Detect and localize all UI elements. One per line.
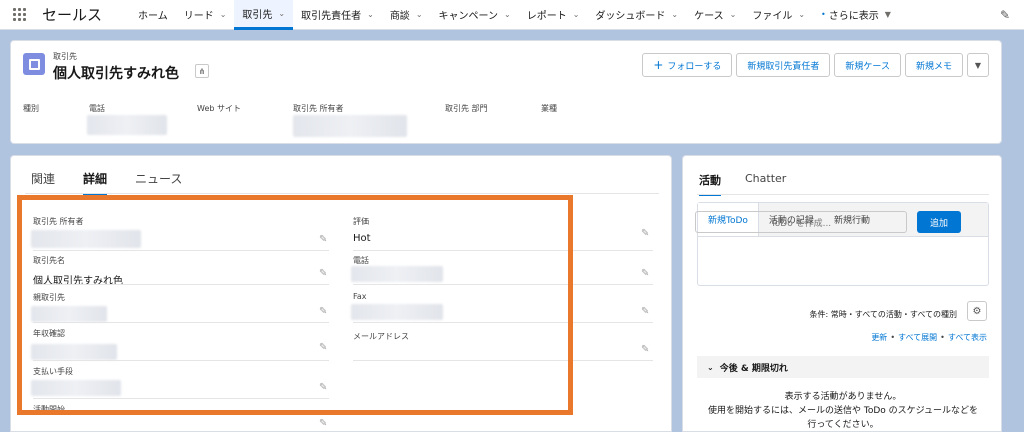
nav-item-opportunities[interactable]: 商談 ⌄ [382, 0, 431, 30]
nav-more-button[interactable]: • さらに表示 ▼ [813, 0, 899, 30]
new-note-button[interactable]: 新規メモ [904, 53, 963, 77]
expand-all-link[interactable]: すべて展開 [898, 333, 937, 342]
chevron-down-icon[interactable]: ⌄ [671, 10, 678, 19]
activity-card: 活動 Chatter 新規ToDo 活動の記録 新規行動 ToDo を作成...… [682, 155, 1002, 432]
pencil-icon[interactable]: ✎ [641, 306, 649, 317]
highlight-industry-label: 業種 [541, 104, 557, 113]
tab-related[interactable]: 関連 [31, 170, 55, 195]
nav-item-dashboards[interactable]: ダッシュボード ⌄ [587, 0, 686, 30]
more-actions-icon[interactable]: ▼ [967, 53, 989, 77]
highlight-website-label: Web サイト [197, 104, 241, 113]
app-name: セールス [42, 6, 103, 24]
tabs-divider [25, 193, 659, 194]
hierarchy-icon[interactable]: ⋔ [195, 64, 209, 78]
nav-item-campaigns[interactable]: キャンペーン ⌄ [431, 0, 519, 30]
nav-item-cases[interactable]: ケース ⌄ [686, 0, 744, 30]
new-case-label: 新規ケース [845, 61, 890, 72]
new-contact-button[interactable]: 新規取引先責任者 [736, 53, 831, 77]
chevron-down-icon: ⌄ [707, 362, 714, 372]
record-highlights-panel: 取引先 個人取引先すみれ色 ⋔ + フォローする 新規取引先責任者 新規ケース 新… [10, 40, 1002, 144]
nav-item-label: 取引先責任者 [301, 11, 362, 22]
top-navigation: セールス ホーム リード ⌄ 取引先 ⌄ 取引先責任者 ⌄ 商談 ⌄ キャンペーン ⌄ レ… [0, 0, 1024, 30]
chevron-down-icon[interactable]: ⌄ [416, 10, 423, 19]
object-label: 取引先 [53, 52, 77, 61]
chevron-down-icon[interactable]: ⌄ [504, 10, 511, 19]
plus-icon: + [653, 58, 664, 72]
show-all-link[interactable]: すべて表示 [948, 333, 987, 342]
activity-links: 更新 • すべて展開 • すべて表示 [871, 333, 987, 342]
record-title: 個人取引先すみれ色 [53, 66, 179, 82]
highlight-annotation-box [17, 195, 573, 415]
new-note-label: 新規メモ [915, 61, 952, 72]
nav-item-label: ダッシュボード [595, 11, 666, 22]
nav-item-accounts[interactable]: 取引先 ⌄ [234, 0, 294, 30]
app-launcher-icon[interactable] [0, 0, 38, 30]
tab-news[interactable]: ニュース [135, 170, 182, 195]
highlight-phone-label: 電話 [89, 104, 105, 113]
detail-tabs: 関連 詳細 ニュース [31, 170, 210, 195]
nav-item-label: 商談 [389, 11, 410, 22]
refresh-link[interactable]: 更新 [871, 333, 887, 342]
new-case-button[interactable]: 新規ケース [834, 53, 901, 77]
add-button[interactable]: 追加 [917, 211, 961, 233]
chevron-down-icon[interactable]: ⌄ [220, 10, 227, 19]
nav-item-label: ファイル [752, 11, 793, 22]
empty-hint-line: 使用を開始するには、メールの送信や ToDo のスケジュールなどを [707, 406, 978, 416]
nav-item-label: レポート [526, 11, 567, 22]
follow-button[interactable]: + フォローする [642, 53, 733, 77]
empty-state-message: 表示する活動がありません。 [784, 392, 902, 402]
pencil-icon[interactable]: ✎ [641, 228, 649, 239]
nav-item-home[interactable]: ホーム [130, 0, 176, 30]
chevron-down-icon[interactable]: ⌄ [278, 9, 285, 18]
tab-details[interactable]: 詳細 [83, 170, 108, 195]
activity-tabs: 活動 Chatter [699, 172, 810, 196]
gear-icon[interactable]: ⚙ [967, 301, 987, 321]
redacted-value [87, 115, 167, 135]
nav-item-leads[interactable]: リード ⌄ [176, 0, 235, 30]
nav-item-label: ホーム [138, 11, 168, 22]
new-contact-label: 新規取引先責任者 [747, 61, 820, 72]
nav-items: ホーム リード ⌄ 取引先 ⌄ 取引先責任者 ⌄ 商談 ⌄ キャンペーン ⌄ レポート ⌄ … [130, 0, 899, 30]
nav-item-files[interactable]: ファイル ⌄ [744, 0, 813, 30]
tabs-divider [697, 194, 989, 195]
action-button-group: + フォローする 新規取引先責任者 新規ケース 新規メモ ▼ [638, 53, 989, 77]
nav-item-label: ケース [694, 11, 724, 22]
empty-hint-line: 行ってください。 [807, 420, 879, 430]
highlight-owner-label: 取引先 所有者 [293, 104, 344, 113]
pencil-icon[interactable]: ✎ [641, 344, 649, 355]
todo-input[interactable]: ToDo を作成... [695, 211, 907, 233]
tab-chatter[interactable]: Chatter [745, 172, 786, 196]
nav-item-label: キャンペーン [438, 11, 499, 22]
nav-item-contacts[interactable]: 取引先責任者 ⌄ [293, 0, 382, 30]
nav-item-reports[interactable]: レポート ⌄ [519, 0, 588, 30]
pencil-icon[interactable]: ✎ [1000, 8, 1010, 22]
caret-down-icon: ▼ [884, 10, 891, 19]
upcoming-label: 今後 & 期限切れ [719, 363, 788, 374]
follow-label: フォローする [667, 61, 722, 72]
filter-text: 条件: 常時・すべての活動・すべての種別 [809, 310, 957, 319]
redacted-value [293, 115, 407, 137]
nav-item-label: 取引先 [242, 9, 273, 21]
empty-state-hint: 使用を開始するには、メールの送信や ToDo のスケジュールなどを 行ってくださ… [697, 404, 989, 432]
chevron-down-icon[interactable]: ⌄ [730, 10, 737, 19]
highlight-type-label: 種別 [23, 104, 39, 113]
pencil-icon[interactable]: ✎ [319, 418, 327, 429]
chevron-down-icon[interactable]: ⌄ [573, 10, 580, 19]
chevron-down-icon[interactable]: ⌄ [798, 10, 805, 19]
highlight-division-label: 取引先 部門 [445, 104, 488, 113]
pencil-icon[interactable]: ✎ [641, 268, 649, 279]
star-icon: • [821, 10, 826, 19]
chevron-down-icon[interactable]: ⌄ [367, 10, 374, 19]
upcoming-overdue-header[interactable]: ⌄ 今後 & 期限切れ [697, 356, 989, 378]
tab-activity[interactable]: 活動 [699, 172, 721, 196]
nav-item-label: リード [183, 11, 214, 22]
nav-more-label: さらに表示 [828, 11, 879, 22]
account-icon [23, 53, 45, 75]
